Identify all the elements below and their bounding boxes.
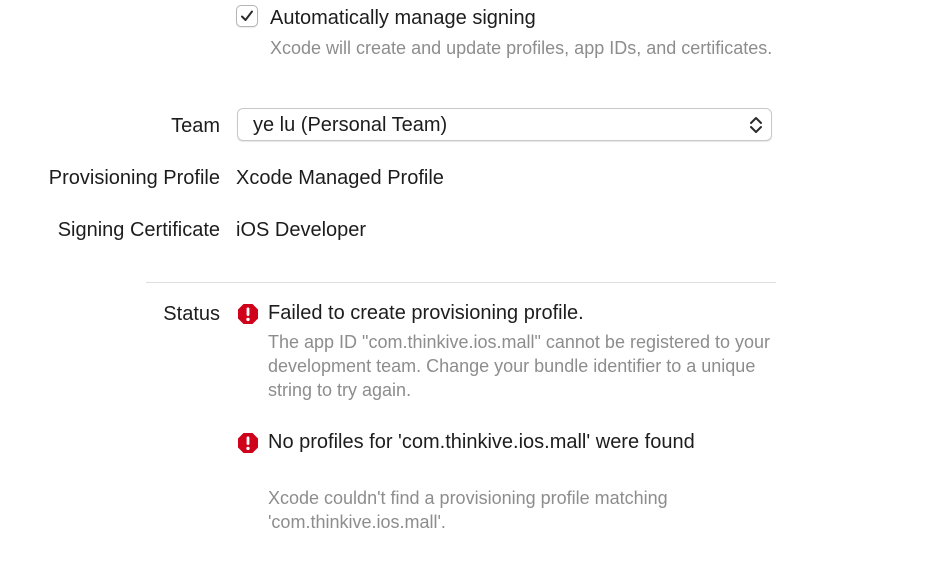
error-description: Xcode couldn't find a provisioning profi… — [268, 488, 668, 532]
provisioning-profile-label: Provisioning Profile — [48, 167, 220, 189]
signing-settings-panel: Automatically manage signing Xcode will … — [0, 0, 938, 562]
error-icon — [238, 304, 258, 324]
signing-certificate-value: iOS Developer — [236, 219, 367, 241]
signing-certificate-label: Signing Certificate — [57, 219, 220, 241]
status-label: Status — [163, 303, 220, 325]
error-title: No profiles for 'com.thinkive.ios.mall' … — [268, 431, 695, 453]
team-label: Team — [171, 115, 220, 137]
updown-chevron-icon — [750, 117, 762, 133]
checkmark-icon — [241, 10, 253, 21]
error-description: The app ID "com.thinkive.ios.mall" canno… — [268, 332, 771, 400]
section-divider — [146, 282, 776, 283]
error-title: Failed to create provisioning profile. — [268, 302, 584, 324]
provisioning-profile-value: Xcode Managed Profile — [236, 167, 444, 189]
team-popup-button[interactable]: ye lu (Personal Team) — [237, 108, 772, 141]
error-icon — [238, 433, 258, 453]
team-selected-value: ye lu (Personal Team) — [253, 114, 448, 136]
auto-manage-signing-checkbox[interactable] — [236, 5, 258, 27]
auto-manage-signing-description: Xcode will create and update profiles, a… — [270, 38, 773, 58]
auto-manage-signing-label[interactable]: Automatically manage signing — [270, 5, 536, 31]
